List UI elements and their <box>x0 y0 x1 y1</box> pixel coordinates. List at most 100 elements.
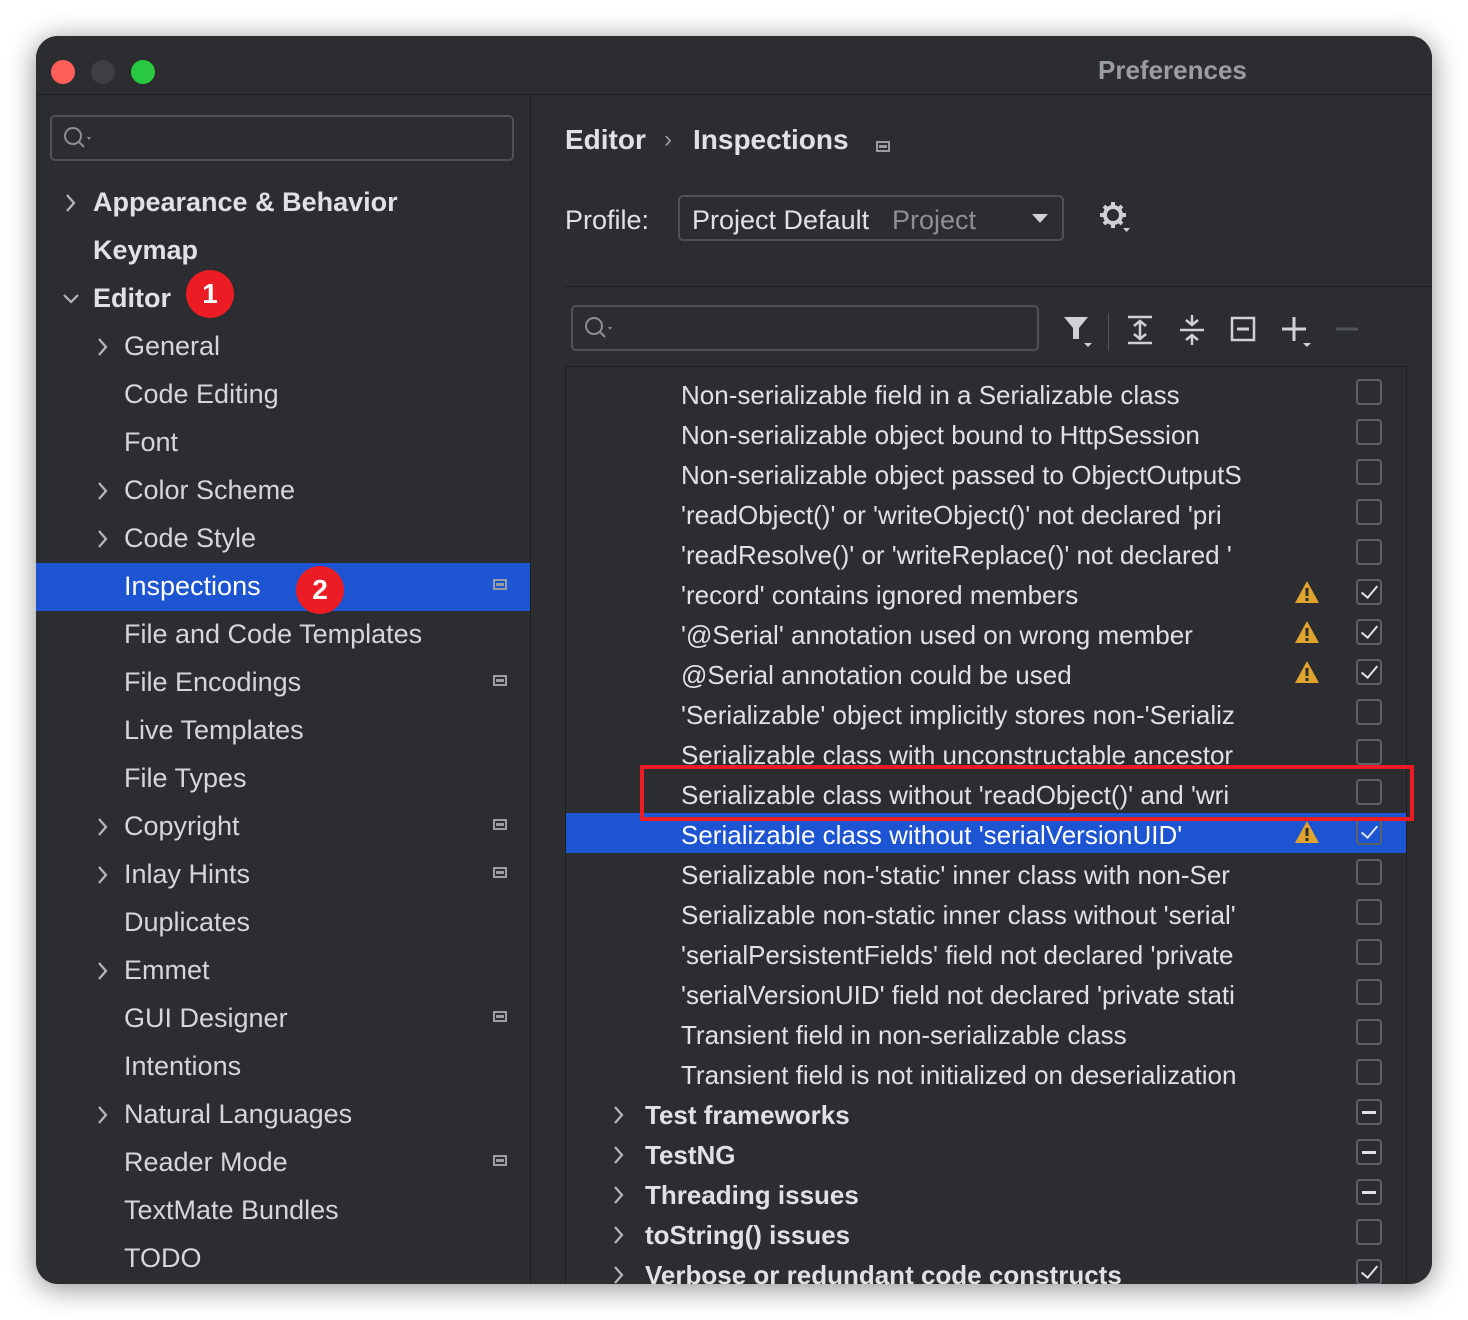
enabled-checkbox[interactable] <box>1356 859 1382 885</box>
expand-all-icon[interactable] <box>1124 313 1160 349</box>
inspection-row[interactable]: Non-serializable object passed to Object… <box>566 453 1406 493</box>
sidebar-item-keymap[interactable]: Keymap <box>36 227 530 275</box>
inspection-group-row[interactable]: TestNG <box>566 1133 1406 1173</box>
inspection-group-row[interactable]: toString() issues <box>566 1213 1406 1253</box>
enabled-checkbox[interactable] <box>1356 579 1382 605</box>
chevron-right-icon[interactable] <box>94 481 112 501</box>
zoom-window-button[interactable] <box>131 60 155 84</box>
enabled-checkbox[interactable] <box>1356 699 1382 725</box>
sidebar-item-file-types[interactable]: File Types <box>36 755 530 803</box>
profile-label: Profile: <box>565 205 650 235</box>
profile-scope: Project <box>892 205 977 235</box>
inspection-label: Non-serializable object bound to HttpSes… <box>681 420 1200 450</box>
sidebar-item-general[interactable]: General <box>36 323 530 371</box>
collapse-all-icon[interactable] <box>1176 313 1212 349</box>
breadcrumb-editor[interactable]: Editor <box>565 124 646 156</box>
enabled-checkbox[interactable] <box>1356 659 1382 685</box>
settings-search-input[interactable] <box>50 115 514 161</box>
enabled-checkbox[interactable] <box>1356 1059 1382 1085</box>
enabled-checkbox[interactable] <box>1356 539 1382 565</box>
sidebar-item-textmate-bundles[interactable]: TextMate Bundles <box>36 1187 530 1235</box>
sidebar-item-label: Code Editing <box>124 379 279 409</box>
sidebar-item-inspections[interactable]: Inspections <box>36 563 530 611</box>
enabled-checkbox[interactable] <box>1356 1139 1382 1165</box>
inspection-row[interactable]: 'readObject()' or 'writeObject()' not de… <box>566 493 1406 533</box>
inspection-group-row[interactable]: Test frameworks <box>566 1093 1406 1133</box>
chevron-right-icon[interactable] <box>94 529 112 549</box>
chevron-right-icon[interactable] <box>610 1105 628 1125</box>
inspection-row[interactable]: 'record' contains ignored members <box>566 573 1406 613</box>
sidebar-item-color-scheme[interactable]: Color Scheme <box>36 467 530 515</box>
chevron-right-icon[interactable] <box>94 961 112 981</box>
inspection-row[interactable]: 'serialVersionUID' field not declared 'p… <box>566 973 1406 1013</box>
enabled-checkbox[interactable] <box>1356 619 1382 645</box>
chevron-right-icon[interactable] <box>610 1145 628 1165</box>
sidebar-item-duplicates[interactable]: Duplicates <box>36 899 530 947</box>
sidebar-item-copyright[interactable]: Copyright <box>36 803 530 851</box>
enabled-checkbox[interactable] <box>1356 499 1382 525</box>
inspection-row[interactable]: '@Serial' annotation used on wrong membe… <box>566 613 1406 653</box>
chevron-right-icon[interactable] <box>610 1225 628 1245</box>
enabled-checkbox[interactable] <box>1356 459 1382 485</box>
sidebar-item-appearance-behavior[interactable]: Appearance & Behavior <box>36 179 530 227</box>
chevron-right-icon[interactable] <box>62 193 80 213</box>
inspection-group-row[interactable]: Verbose or redundant code constructs <box>566 1253 1406 1284</box>
sidebar-item-font[interactable]: Font <box>36 419 530 467</box>
inspection-group-row[interactable]: Threading issues <box>566 1173 1406 1213</box>
inspection-row[interactable]: Non-serializable field in a Serializable… <box>566 373 1406 413</box>
enabled-checkbox[interactable] <box>1356 979 1382 1005</box>
chevron-right-icon[interactable] <box>610 1185 628 1205</box>
enabled-checkbox[interactable] <box>1356 739 1382 765</box>
enabled-checkbox[interactable] <box>1356 1099 1382 1125</box>
sidebar-item-code-editing[interactable]: Code Editing <box>36 371 530 419</box>
inspection-row[interactable]: 'serialPersistentFields' field not decla… <box>566 933 1406 973</box>
sidebar-item-code-style[interactable]: Code Style <box>36 515 530 563</box>
close-window-button[interactable] <box>51 60 75 84</box>
chevron-right-icon[interactable] <box>94 337 112 357</box>
sidebar-item-label: Appearance & Behavior <box>93 187 398 217</box>
add-icon[interactable] <box>1280 313 1316 349</box>
enabled-checkbox[interactable] <box>1356 1179 1382 1205</box>
enabled-checkbox[interactable] <box>1356 939 1382 965</box>
inspection-row[interactable]: Serializable non-static inner class with… <box>566 893 1406 933</box>
inspection-row[interactable]: Serializable non-'static' inner class wi… <box>566 853 1406 893</box>
minimize-window-button[interactable] <box>91 60 115 84</box>
sidebar-item-reader-mode[interactable]: Reader Mode <box>36 1139 530 1187</box>
inspection-row[interactable]: Non-serializable object bound to HttpSes… <box>566 413 1406 453</box>
inspection-row[interactable]: 'readResolve()' or 'writeReplace()' not … <box>566 533 1406 573</box>
enabled-checkbox[interactable] <box>1356 1259 1382 1284</box>
inspection-row[interactable]: 'Serializable' object implicitly stores … <box>566 693 1406 733</box>
inspection-row[interactable]: @Serial annotation could be used <box>566 653 1406 693</box>
chevron-down-icon[interactable] <box>62 289 80 309</box>
sidebar-item-emmet[interactable]: Emmet <box>36 947 530 995</box>
chevron-right-icon[interactable] <box>610 1265 628 1284</box>
sidebar-item-todo[interactable]: TODO <box>36 1235 530 1283</box>
sidebar-item-natural-languages[interactable]: Natural Languages <box>36 1091 530 1139</box>
inspection-row[interactable]: Transient field is not initialized on de… <box>566 1053 1406 1093</box>
sidebar-item-intentions[interactable]: Intentions <box>36 1043 530 1091</box>
chevron-right-icon[interactable] <box>94 1105 112 1125</box>
gear-icon[interactable] <box>1097 199 1133 235</box>
enabled-checkbox[interactable] <box>1356 819 1382 845</box>
reset-icon[interactable] <box>1228 313 1264 349</box>
remove-icon[interactable] <box>1334 313 1370 349</box>
sidebar-item-inlay-hints[interactable]: Inlay Hints <box>36 851 530 899</box>
sidebar-item-file-encodings[interactable]: File Encodings <box>36 659 530 707</box>
chevron-right-icon[interactable] <box>94 817 112 837</box>
enabled-checkbox[interactable] <box>1356 899 1382 925</box>
sidebar-item-file-and-code-templates[interactable]: File and Code Templates <box>36 611 530 659</box>
filter-icon[interactable] <box>1061 313 1097 349</box>
chevron-right-icon[interactable] <box>94 865 112 885</box>
sidebar-item-label: Font <box>124 427 179 457</box>
profile-dropdown[interactable]: Project Default Project <box>678 195 1064 241</box>
enabled-checkbox[interactable] <box>1356 379 1382 405</box>
inspection-row[interactable]: Transient field in non-serializable clas… <box>566 1013 1406 1053</box>
enabled-checkbox[interactable] <box>1356 419 1382 445</box>
sidebar-item-gui-designer[interactable]: GUI Designer <box>36 995 530 1043</box>
sidebar-item-editor[interactable]: Editor <box>36 275 530 323</box>
sidebar-item-live-templates[interactable]: Live Templates <box>36 707 530 755</box>
enabled-checkbox[interactable] <box>1356 1219 1382 1245</box>
enabled-checkbox[interactable] <box>1356 1019 1382 1045</box>
inspection-search-input[interactable] <box>571 305 1039 351</box>
project-level-icon <box>493 579 507 590</box>
